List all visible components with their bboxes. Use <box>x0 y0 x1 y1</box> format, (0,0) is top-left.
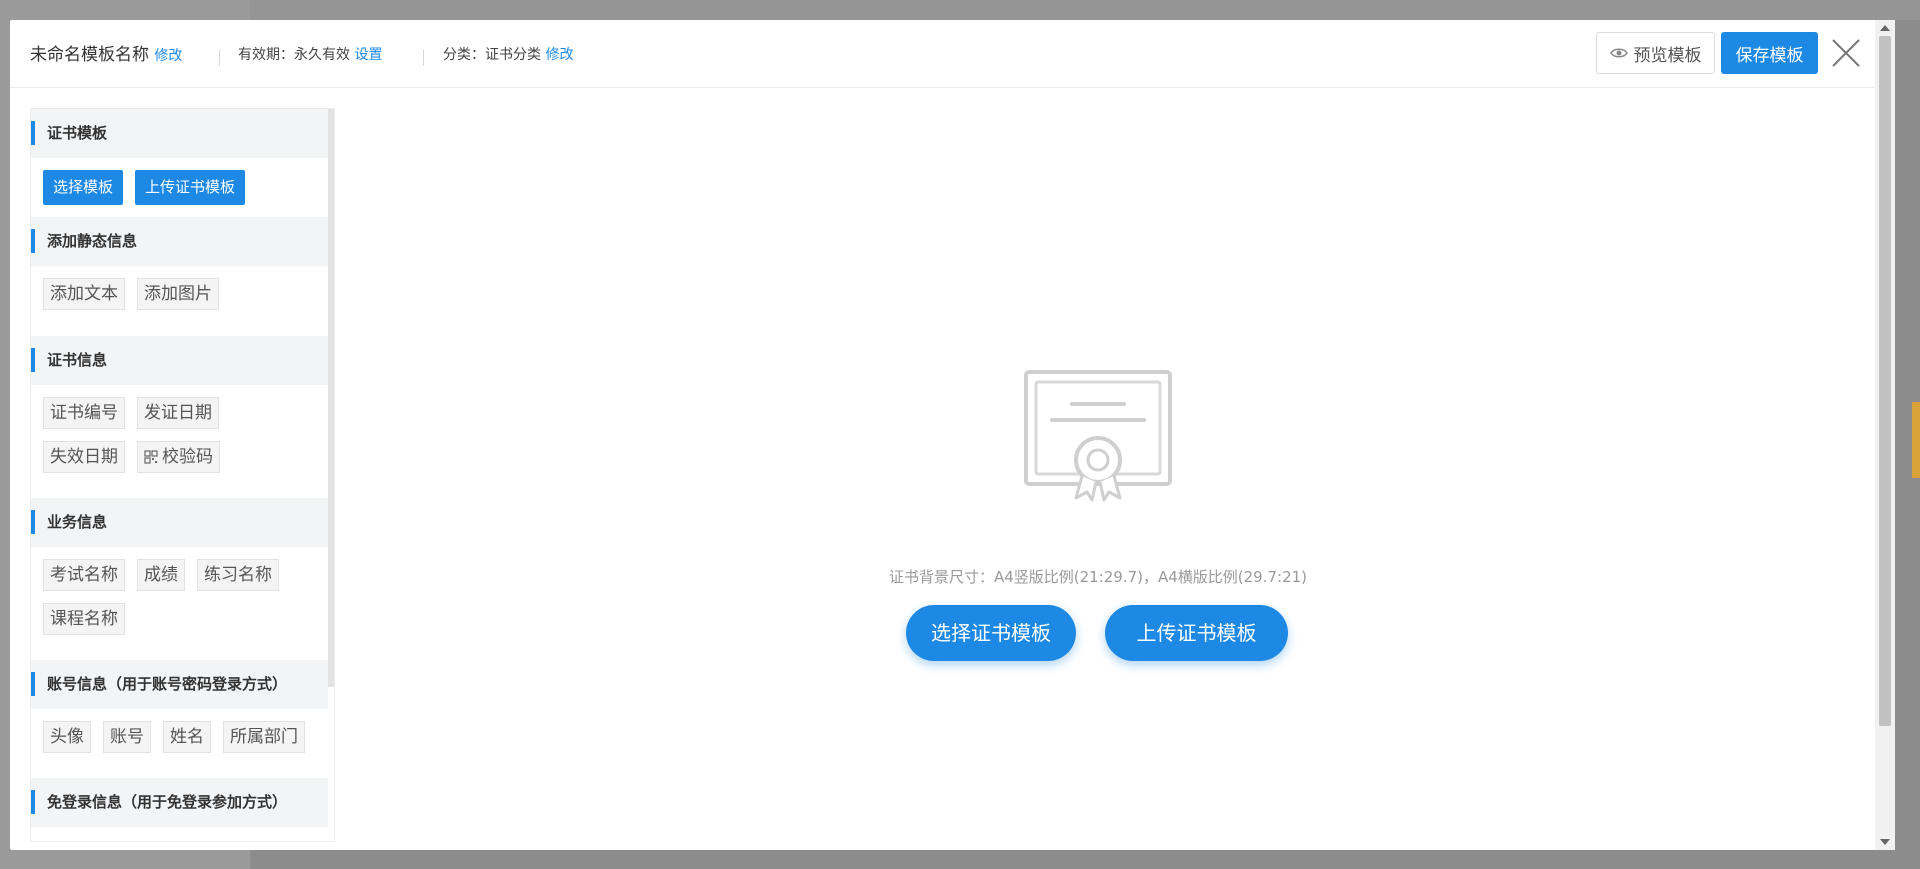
verification-code-chip[interactable]: 校验码 <box>137 441 220 473</box>
page-background-topbar <box>250 0 1920 20</box>
edit-title-link[interactable]: 修改 <box>154 48 182 64</box>
page-background-accent <box>1912 402 1920 478</box>
page-scrollbar[interactable] <box>1875 20 1895 850</box>
account-chip[interactable]: 账号 <box>103 721 151 753</box>
select-certificate-template-button[interactable]: 选择证书模板 <box>906 605 1076 661</box>
edit-category-link[interactable]: 修改 <box>545 47 573 63</box>
name-chip[interactable]: 姓名 <box>163 721 211 753</box>
sidebar-scrollbar[interactable] <box>328 109 334 687</box>
section-title: 账号信息（用于账号密码登录方式） <box>31 660 328 709</box>
score-chip[interactable]: 成绩 <box>137 559 185 591</box>
cert-number-chip[interactable]: 证书编号 <box>43 397 125 429</box>
expiry-date-chip[interactable]: 失效日期 <box>43 441 125 473</box>
header-divider <box>219 50 220 66</box>
section-no-login-info: 免登录信息（用于免登录参加方式） <box>31 778 328 827</box>
scrollbar-thumb[interactable] <box>1879 36 1891 726</box>
add-text-chip[interactable]: 添加文本 <box>43 278 125 310</box>
section-title: 证书模板 <box>31 109 328 158</box>
section-static-info: 添加静态信息 添加文本 添加图片 <box>31 217 328 336</box>
certificate-icon <box>1024 370 1172 502</box>
section-cert-info: 证书信息 证书编号 发证日期 失效日期 校验码 <box>31 336 328 498</box>
qr-code-icon <box>144 450 158 464</box>
issue-date-chip[interactable]: 发证日期 <box>137 397 219 429</box>
eye-icon <box>1609 48 1628 58</box>
course-name-chip[interactable]: 课程名称 <box>43 603 125 635</box>
scroll-down-arrow-icon[interactable] <box>1880 839 1890 845</box>
section-title: 添加静态信息 <box>31 217 328 266</box>
modal-header: 未命名模板名称 修改 有效期：永久有效 设置 分类：证书分类 修改 预览模板 保… <box>10 20 1885 88</box>
section-account-info: 账号信息（用于账号密码登录方式） 头像 账号 姓名 所属部门 <box>31 660 328 778</box>
section-title: 业务信息 <box>31 498 328 547</box>
header-divider <box>423 50 424 66</box>
section-template: 证书模板 选择模板 上传证书模板 <box>31 109 328 217</box>
upload-template-button[interactable]: 上传证书模板 <box>135 170 246 205</box>
preview-template-button[interactable]: 预览模板 <box>1596 32 1715 74</box>
avatar-chip[interactable]: 头像 <box>43 721 91 753</box>
template-editor-modal: 未命名模板名称 修改 有效期：永久有效 设置 分类：证书分类 修改 预览模板 保… <box>10 20 1885 850</box>
department-chip[interactable]: 所属部门 <box>223 721 305 753</box>
section-title: 免登录信息（用于免登录参加方式） <box>31 778 328 827</box>
save-template-button[interactable]: 保存模板 <box>1721 32 1818 74</box>
select-template-button[interactable]: 选择模板 <box>43 170 124 205</box>
scroll-up-arrow-icon[interactable] <box>1880 25 1890 31</box>
practice-name-chip[interactable]: 练习名称 <box>197 559 279 591</box>
validity-info: 有效期：永久有效 设置 <box>238 47 383 63</box>
upload-certificate-template-button[interactable]: 上传证书模板 <box>1105 605 1288 661</box>
element-sidebar: 证书模板 选择模板 上传证书模板 添加静态信息 添加文本 添加图片 证书信息 证… <box>30 108 335 842</box>
background-size-hint: 证书背景尺寸：A4竖版比例(21:29.7)，A4横版比例(29.7:21) <box>888 568 1308 586</box>
exam-name-chip[interactable]: 考试名称 <box>43 559 125 591</box>
close-icon[interactable] <box>1830 37 1862 69</box>
canvas-area: 证书背景尺寸：A4竖版比例(21:29.7)，A4横版比例(29.7:21) 选… <box>340 88 1885 850</box>
validity-settings-link[interactable]: 设置 <box>354 47 382 63</box>
section-business-info: 业务信息 考试名称 成绩 练习名称 课程名称 <box>31 498 328 660</box>
section-title: 证书信息 <box>31 336 328 385</box>
add-image-chip[interactable]: 添加图片 <box>137 278 219 310</box>
template-title: 未命名模板名称 修改 <box>30 45 183 65</box>
category-info: 分类：证书分类 修改 <box>443 47 574 63</box>
